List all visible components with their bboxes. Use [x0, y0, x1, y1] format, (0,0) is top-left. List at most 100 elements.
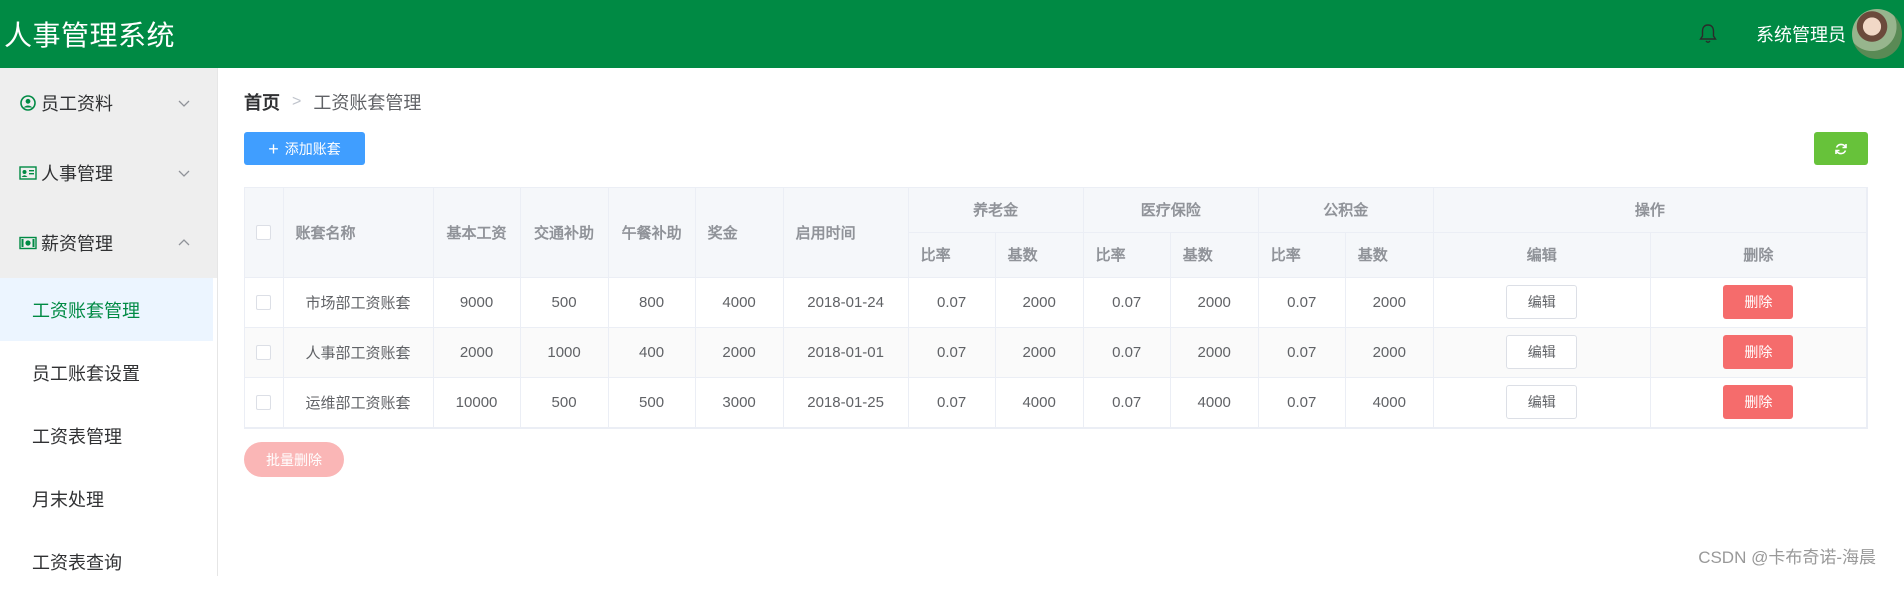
refresh-icon	[1834, 142, 1848, 156]
cell-traffic: 500	[520, 377, 608, 427]
col-header-bonus: 奖金	[695, 188, 783, 277]
cell-traffic: 500	[520, 277, 608, 327]
col-header-housing: 公积金	[1258, 188, 1433, 232]
id-card-icon	[19, 164, 37, 182]
sidebar-item-salary-table[interactable]: 工资表管理	[0, 404, 217, 467]
row-checkbox[interactable]	[256, 395, 271, 410]
cell-base-salary: 10000	[433, 377, 520, 427]
cell-pension-base: 2000	[995, 277, 1083, 327]
delete-button[interactable]: 删除	[1723, 335, 1793, 369]
edit-button[interactable]: 编辑	[1506, 285, 1577, 319]
cell-lunch: 500	[608, 377, 695, 427]
user-name[interactable]: 系统管理员	[1756, 21, 1846, 47]
table-row: 运维部工资账套 10000 500 500 3000 2018-01-25 0.…	[245, 377, 1867, 427]
col-header-name: 账套名称	[283, 188, 433, 277]
row-select-cell	[245, 377, 283, 427]
batch-delete-button[interactable]: 批量删除	[244, 442, 344, 477]
cell-medical-base: 2000	[1170, 327, 1258, 377]
row-checkbox[interactable]	[256, 295, 271, 310]
cell-delete: 删除	[1650, 277, 1866, 327]
col-header-pension: 养老金	[908, 188, 1083, 232]
watermark: CSDN @卡布奇诺-海晨	[1698, 543, 1876, 568]
cell-edit: 编辑	[1433, 277, 1650, 327]
add-sob-button[interactable]: + 添加账套	[244, 132, 365, 165]
edit-button[interactable]: 编辑	[1506, 335, 1577, 369]
cell-start-date: 2018-01-01	[783, 327, 908, 377]
col-header-base-salary: 基本工资	[433, 188, 520, 277]
cell-bonus: 3000	[695, 377, 783, 427]
col-header-medical-ratio: 比率	[1083, 232, 1170, 277]
avatar[interactable]	[1852, 9, 1902, 59]
cell-housing-base: 2000	[1345, 327, 1433, 377]
cell-medical-base: 2000	[1170, 277, 1258, 327]
cell-start-date: 2018-01-25	[783, 377, 908, 427]
refresh-button[interactable]	[1814, 132, 1868, 165]
breadcrumb-separator: >	[292, 93, 301, 111]
bell-icon[interactable]	[1696, 22, 1720, 46]
row-select-cell	[245, 327, 283, 377]
top-header: 人事管理系统 系统管理员	[0, 0, 1904, 68]
col-header-pension-base: 基数	[995, 232, 1083, 277]
cell-lunch: 800	[608, 277, 695, 327]
cell-medical-ratio: 0.07	[1083, 377, 1170, 427]
header-right: 系统管理员	[1696, 0, 1904, 68]
sidebar-group-hr[interactable]: 人事管理	[0, 138, 217, 208]
sidebar-item-salary-search[interactable]: 工资表查询	[0, 530, 217, 593]
cell-bonus: 2000	[695, 327, 783, 377]
sidebar-group-label: 员工资料	[41, 90, 113, 116]
cell-lunch: 400	[608, 327, 695, 377]
user-circle-icon	[19, 94, 37, 112]
sidebar-item-month-end[interactable]: 月末处理	[0, 467, 217, 530]
cell-housing-ratio: 0.07	[1258, 327, 1345, 377]
col-header-delete: 删除	[1650, 232, 1866, 277]
cell-pension-ratio: 0.07	[908, 277, 995, 327]
sidebar-group-label: 薪资管理	[41, 230, 113, 256]
app-title: 人事管理系统	[0, 14, 175, 54]
row-checkbox[interactable]	[256, 345, 271, 360]
chevron-down-icon	[177, 166, 191, 180]
cell-pension-base: 4000	[995, 377, 1083, 427]
cell-delete: 删除	[1650, 327, 1866, 377]
cell-edit: 编辑	[1433, 327, 1650, 377]
col-header-edit: 编辑	[1433, 232, 1650, 277]
breadcrumb-home[interactable]: 首页	[244, 89, 280, 115]
delete-button[interactable]: 删除	[1723, 385, 1793, 419]
cell-start-date: 2018-01-24	[783, 277, 908, 327]
add-sob-label: 添加账套	[285, 139, 341, 159]
cell-traffic: 1000	[520, 327, 608, 377]
sidebar-group-salary[interactable]: 薪资管理	[0, 208, 217, 278]
select-all-checkbox[interactable]	[256, 225, 271, 240]
cell-name: 运维部工资账套	[283, 377, 433, 427]
cell-pension-base: 2000	[995, 327, 1083, 377]
cell-base-salary: 9000	[433, 277, 520, 327]
cell-name: 人事部工资账套	[283, 327, 433, 377]
cell-bonus: 4000	[695, 277, 783, 327]
money-icon	[19, 234, 37, 252]
col-header-lunch: 午餐补助	[608, 188, 695, 277]
col-header-housing-ratio: 比率	[1258, 232, 1345, 277]
col-header-medical-base: 基数	[1170, 232, 1258, 277]
cell-housing-ratio: 0.07	[1258, 277, 1345, 327]
edit-button[interactable]: 编辑	[1506, 385, 1577, 419]
row-select-cell	[245, 277, 283, 327]
select-all-cell	[245, 188, 283, 277]
table-row: 市场部工资账套 9000 500 800 4000 2018-01-24 0.0…	[245, 277, 1867, 327]
cell-delete: 删除	[1650, 377, 1866, 427]
col-header-housing-base: 基数	[1345, 232, 1433, 277]
sidebar-group-employee[interactable]: 员工资料	[0, 68, 217, 138]
col-header-medical: 医疗保险	[1083, 188, 1258, 232]
breadcrumb: 首页 > 工资账套管理	[244, 89, 421, 115]
col-header-ops: 操作	[1433, 188, 1866, 232]
chevron-down-icon	[177, 96, 191, 110]
delete-button[interactable]: 删除	[1723, 285, 1793, 319]
cell-name: 市场部工资账套	[283, 277, 433, 327]
cell-housing-ratio: 0.07	[1258, 377, 1345, 427]
sidebar: 员工资料 人事管理 薪资管理 工资账套管理 员工账套设置 工资表管理 月末处理 …	[0, 68, 218, 576]
cell-medical-base: 4000	[1170, 377, 1258, 427]
sidebar-item-salary-sob[interactable]: 工资账套管理	[0, 278, 213, 341]
cell-medical-ratio: 0.07	[1083, 327, 1170, 377]
sidebar-item-employee-sob[interactable]: 员工账套设置	[0, 341, 217, 404]
col-header-pension-ratio: 比率	[908, 232, 995, 277]
col-header-start-date: 启用时间	[783, 188, 908, 277]
sob-table: 账套名称 基本工资 交通补助 午餐补助 奖金 启用时间 养老金 医疗保险 公积金…	[244, 187, 1868, 429]
